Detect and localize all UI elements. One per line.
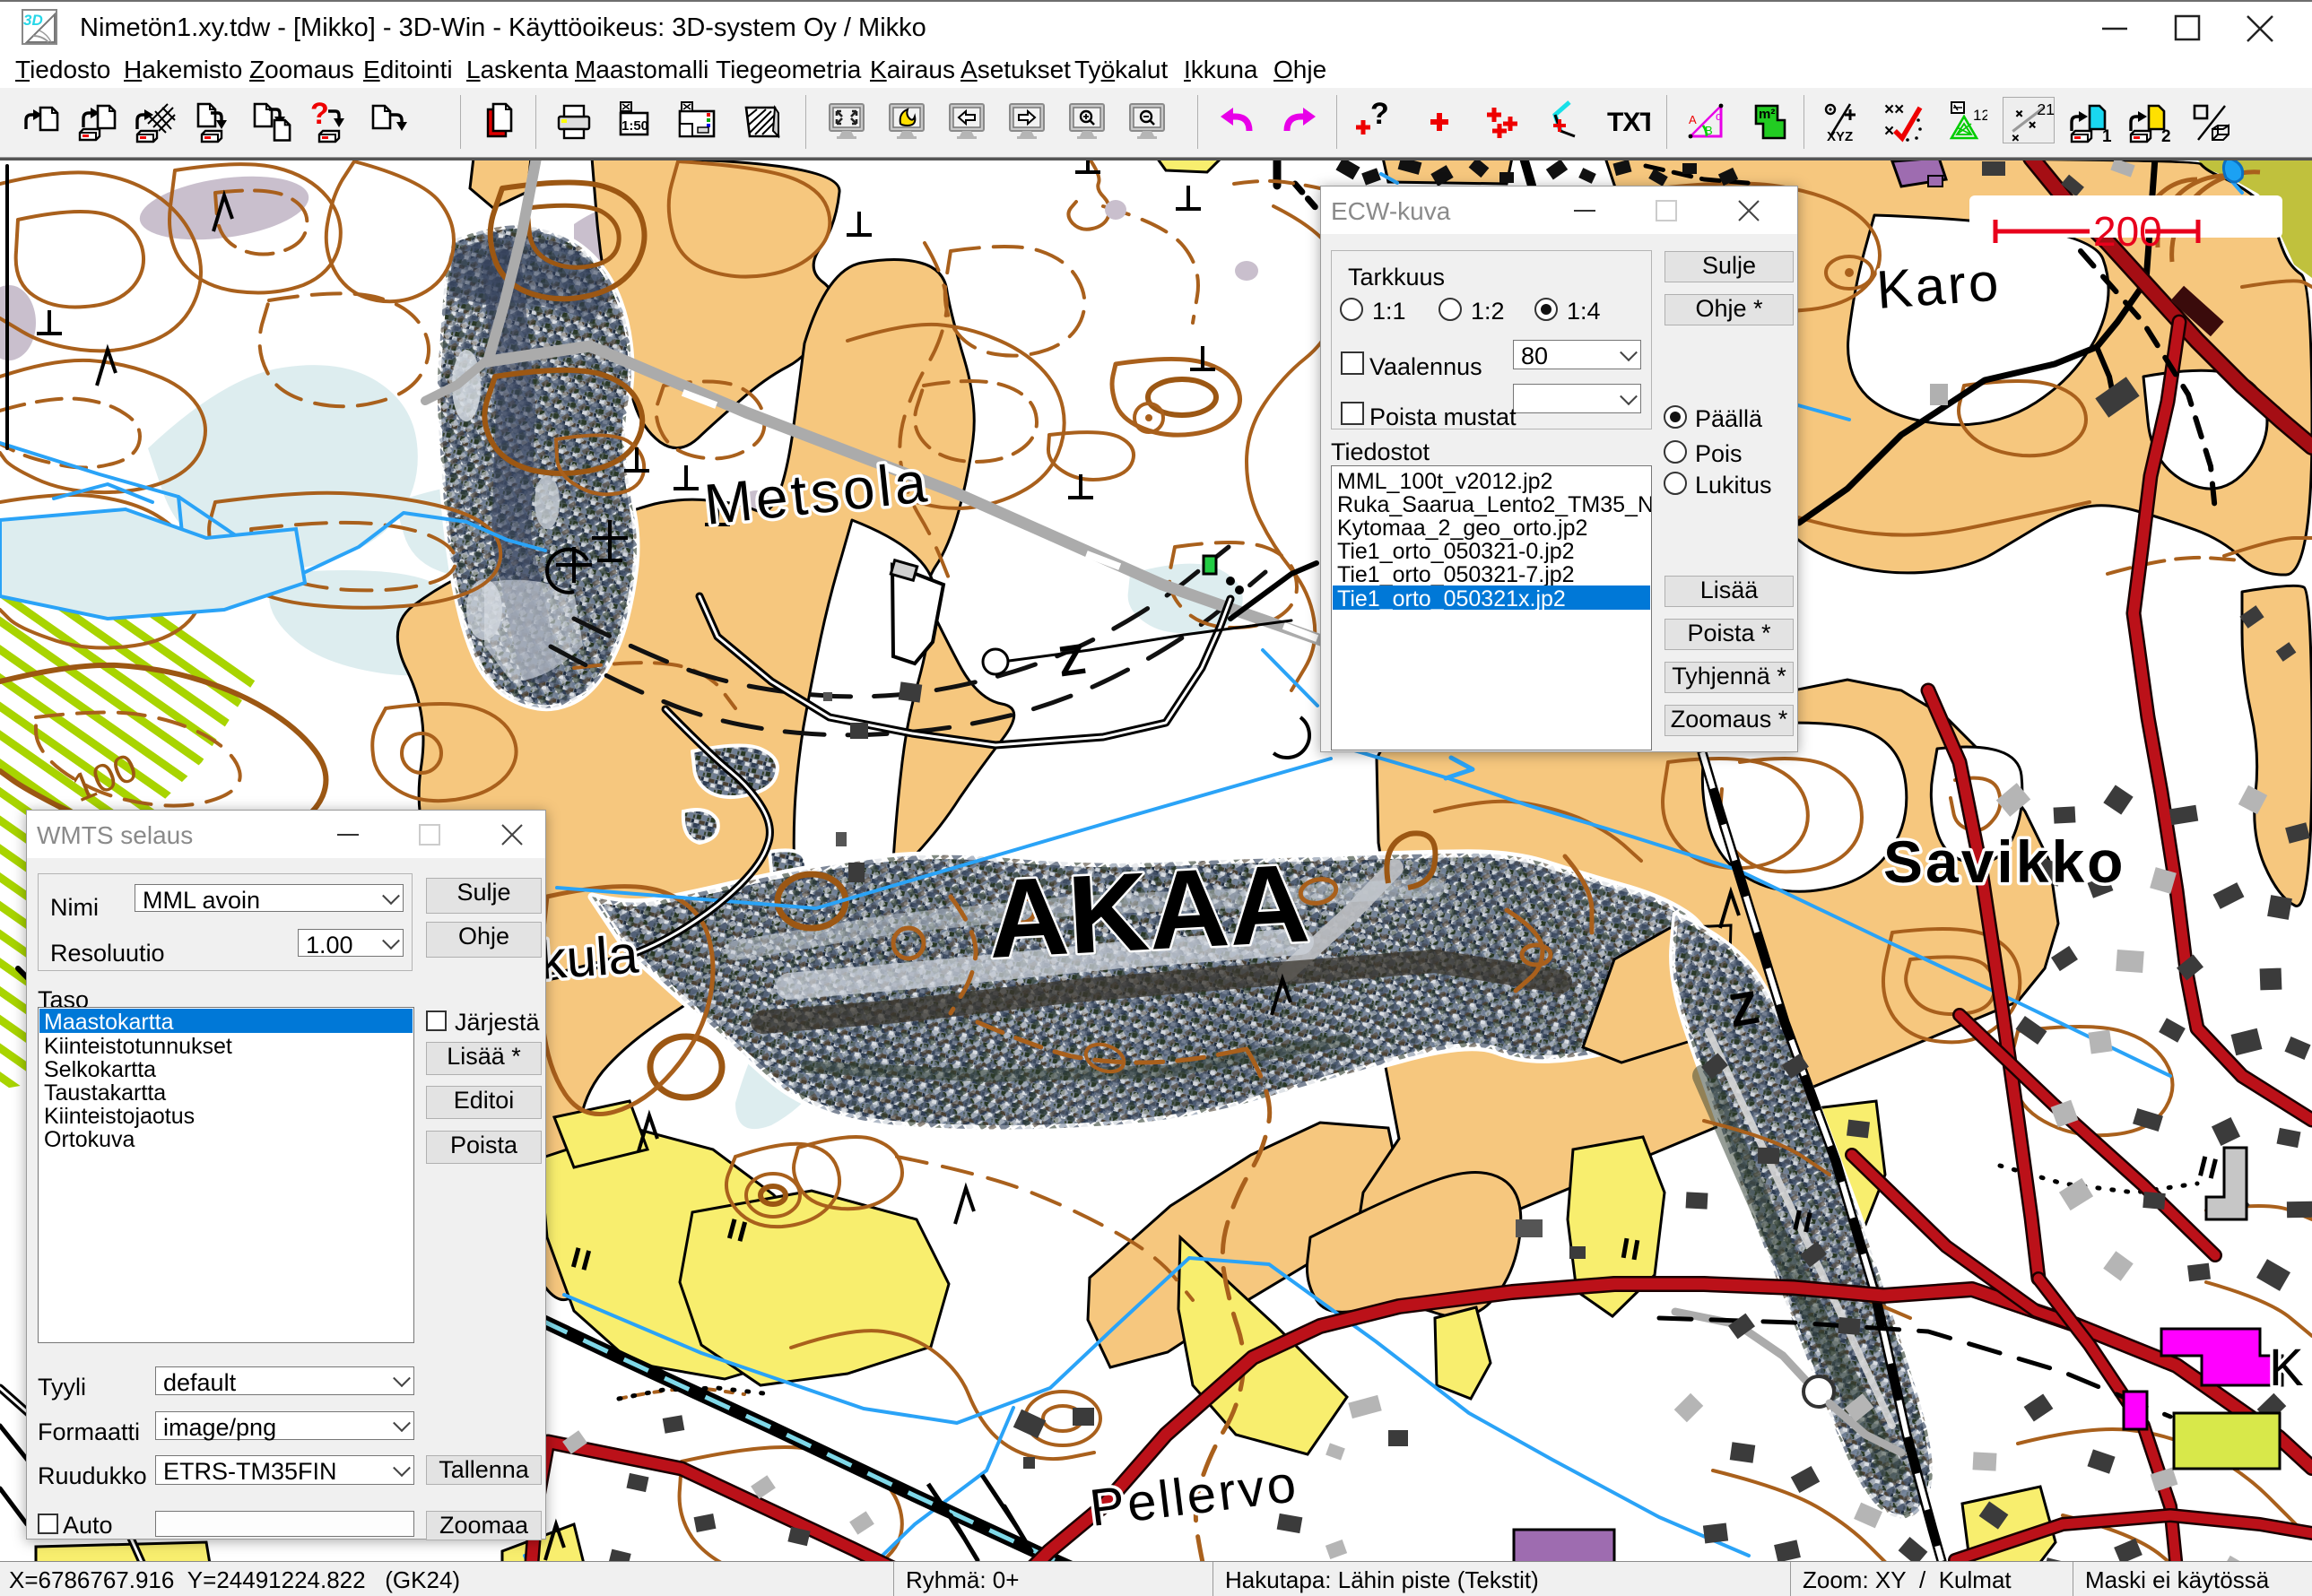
- svg-text:Savikko: Savikko: [1883, 828, 2126, 895]
- svg-text:12: 12: [1973, 107, 1987, 124]
- svg-text:?: ?: [1370, 100, 1389, 131]
- svg-text:α: α: [1716, 109, 1723, 123]
- svg-text:××: ××: [1884, 100, 1904, 119]
- svg-text:K: K: [2269, 1339, 2304, 1397]
- svg-text:AKAA: AKAA: [985, 841, 1312, 982]
- svg-text:3D: 3D: [23, 12, 43, 29]
- svg-text:?: ?: [310, 100, 329, 131]
- svg-text:21: 21: [2037, 100, 2055, 118]
- svg-text:B: B: [1705, 124, 1713, 137]
- svg-text:XYZ: XYZ: [1827, 129, 1853, 143]
- svg-text:A: A: [1689, 113, 1697, 126]
- svg-text:2: 2: [2161, 127, 2171, 143]
- svg-text:Karo: Karo: [1874, 251, 2003, 320]
- svg-text:1: 1: [2102, 127, 2112, 143]
- svg-text:kula: kula: [537, 924, 640, 991]
- svg-text:200: 200: [2093, 208, 2162, 255]
- svg-text:TXT: TXT: [1607, 108, 1650, 137]
- svg-text:×: ×: [1884, 122, 1894, 141]
- svg-text:1:50: 1:50: [621, 118, 648, 134]
- svg-text:m²: m²: [1759, 107, 1775, 122]
